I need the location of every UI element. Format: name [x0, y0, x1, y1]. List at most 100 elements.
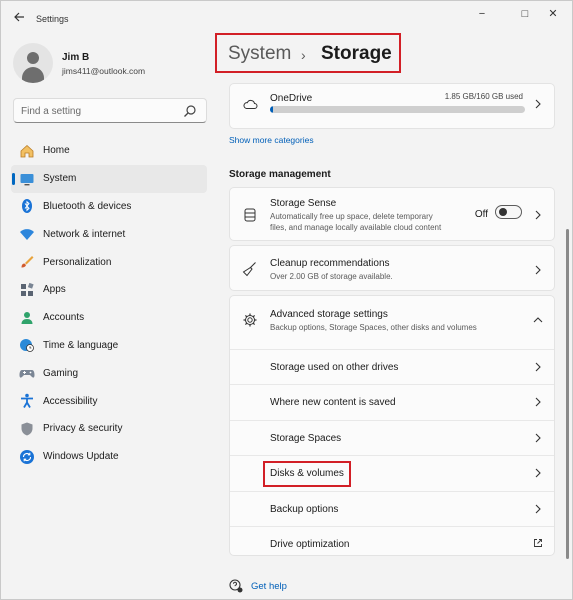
- breadcrumb-parent[interactable]: System: [228, 43, 291, 65]
- sidebar-nav: Home System Bluetooth & devices Network …: [11, 137, 207, 471]
- advanced-storage-title: Advanced storage settings: [270, 309, 388, 320]
- advanced-storage-desc: Backup options, Storage Spaces, other di…: [270, 323, 477, 332]
- onedrive-progress-fill: [270, 106, 274, 113]
- storage-drive-icon: [244, 208, 256, 222]
- storage-sense-title: Storage Sense: [270, 198, 337, 209]
- accessibility-icon: [19, 393, 35, 409]
- gear-icon: [243, 313, 257, 327]
- update-icon: [19, 449, 35, 465]
- title-bar: Settings − □ ✕: [1, 1, 572, 35]
- user-email: jims411@outlook.com: [62, 66, 146, 76]
- get-help-link[interactable]: Get help: [251, 581, 287, 592]
- close-button[interactable]: ✕: [542, 7, 564, 21]
- chevron-right-icon: [535, 362, 541, 372]
- sidebar-item-label: Personalization: [43, 256, 112, 268]
- chevron-right-icon: [535, 99, 541, 109]
- sidebar-item-label: Privacy & security: [43, 423, 123, 435]
- search-box[interactable]: [13, 98, 207, 123]
- storage-sense-desc-line2: files, and manage locally available clou…: [270, 223, 442, 232]
- app-title: Settings: [36, 14, 69, 24]
- minimize-button[interactable]: −: [471, 7, 493, 21]
- storage-management-heading: Storage management: [229, 169, 331, 180]
- list-item-label: Backup options: [270, 503, 339, 515]
- help-icon: [229, 579, 243, 593]
- avatar[interactable]: [13, 43, 53, 83]
- list-item-label: Storage used on other drives: [270, 362, 399, 373]
- sidebar-item-label: Windows Update: [43, 451, 119, 463]
- external-link-icon: [534, 539, 542, 547]
- back-button[interactable]: [11, 11, 27, 25]
- settings-window: Settings − □ ✕ Jim B jims411@outlook.com…: [0, 0, 573, 600]
- chevron-right-icon: [535, 265, 541, 275]
- sidebar-item-windows-update[interactable]: Windows Update: [11, 443, 207, 471]
- bluetooth-icon: [19, 198, 35, 214]
- sidebar-item-apps[interactable]: Apps: [11, 276, 207, 304]
- advanced-storage-list: Storage used on other drives Where new c…: [230, 349, 554, 561]
- onedrive-progress: [270, 106, 525, 113]
- list-item-label: Disks & volumes: [270, 468, 344, 480]
- chevron-up-icon: [533, 317, 543, 323]
- list-item-label: Drive optimization: [270, 538, 350, 550]
- storage-sense-card[interactable]: Storage Sense Automatically free up spac…: [229, 187, 555, 241]
- avatar-body: [22, 67, 44, 83]
- storage-sense-toggle-label: Off: [474, 209, 488, 220]
- sidebar-item-label: Gaming: [43, 367, 79, 379]
- cleanup-recommendations-card[interactable]: Cleanup recommendations Over 2.00 GB of …: [229, 245, 555, 291]
- sidebar-item-label: System: [43, 173, 77, 185]
- broom-icon: [242, 262, 256, 277]
- apps-icon: [19, 282, 35, 298]
- storage-used-other-drives-row[interactable]: Storage used on other drives: [230, 349, 554, 384]
- sidebar-item-label: Network & internet: [43, 228, 126, 240]
- accounts-icon: [19, 310, 35, 326]
- disks-volumes-row[interactable]: Disks & volumes: [230, 455, 554, 490]
- search-icon: [184, 105, 196, 117]
- chevron-right-icon: [535, 468, 541, 478]
- search-input[interactable]: [21, 104, 171, 118]
- brush-icon: [19, 254, 35, 270]
- sidebar-item-privacy[interactable]: Privacy & security: [11, 415, 207, 443]
- sidebar-item-label: Apps: [43, 284, 66, 296]
- chevron-right-icon: [535, 504, 541, 513]
- onedrive-title: OneDrive: [270, 93, 313, 104]
- home-icon: [19, 143, 35, 159]
- onedrive-card[interactable]: OneDrive 1.85 GB/160 GB used: [229, 83, 555, 129]
- gamepad-icon: [19, 365, 35, 381]
- advanced-storage-card: Advanced storage settings Backup options…: [229, 295, 555, 556]
- breadcrumb-separator: ›: [301, 47, 306, 63]
- sidebar-item-bluetooth[interactable]: Bluetooth & devices: [11, 193, 207, 221]
- sidebar-item-time-language[interactable]: Time & language: [11, 332, 207, 360]
- sidebar-item-gaming[interactable]: Gaming: [11, 359, 207, 387]
- sidebar-item-system[interactable]: System: [11, 164, 207, 193]
- new-content-saved-row[interactable]: Where new content is saved: [230, 384, 554, 419]
- storage-sense-desc-line1: Automatically free up space, delete temp…: [270, 212, 433, 221]
- back-arrow-icon: [14, 12, 24, 22]
- sidebar-item-home[interactable]: Home: [11, 137, 207, 165]
- advanced-storage-header[interactable]: Advanced storage settings Backup options…: [230, 296, 554, 346]
- page-title: Storage: [321, 43, 392, 64]
- sidebar-item-network[interactable]: Network & internet: [11, 220, 207, 248]
- storage-sense-toggle[interactable]: [495, 205, 522, 219]
- sidebar-item-personalization[interactable]: Personalization: [11, 248, 207, 276]
- avatar-head: [27, 52, 39, 64]
- list-item-label: Where new content is saved: [270, 397, 396, 409]
- chevron-right-icon: [535, 433, 541, 443]
- maximize-button[interactable]: □: [514, 7, 536, 21]
- drive-optimization-row[interactable]: Drive optimization: [230, 525, 554, 561]
- system-icon: [19, 171, 35, 187]
- user-name: Jim B: [62, 52, 90, 63]
- show-more-categories-link[interactable]: Show more categories: [229, 135, 314, 145]
- sidebar-item-accounts[interactable]: Accounts: [11, 304, 207, 332]
- storage-spaces-row[interactable]: Storage Spaces: [230, 419, 554, 455]
- chevron-right-icon: [535, 398, 541, 407]
- sidebar-item-label: Home: [43, 145, 70, 157]
- content-scrollbar[interactable]: [566, 229, 569, 559]
- toggle-knob: [499, 208, 507, 216]
- cleanup-title: Cleanup recommendations: [270, 258, 390, 269]
- globe-clock-icon: [19, 337, 35, 353]
- backup-options-row[interactable]: Backup options: [230, 490, 554, 526]
- sidebar-item-label: Accounts: [43, 312, 85, 324]
- sidebar-item-label: Time & language: [43, 339, 119, 351]
- shield-icon: [19, 421, 35, 437]
- sidebar-item-accessibility[interactable]: Accessibility: [11, 387, 207, 415]
- cleanup-desc: Over 2.00 GB of storage available.: [270, 272, 393, 281]
